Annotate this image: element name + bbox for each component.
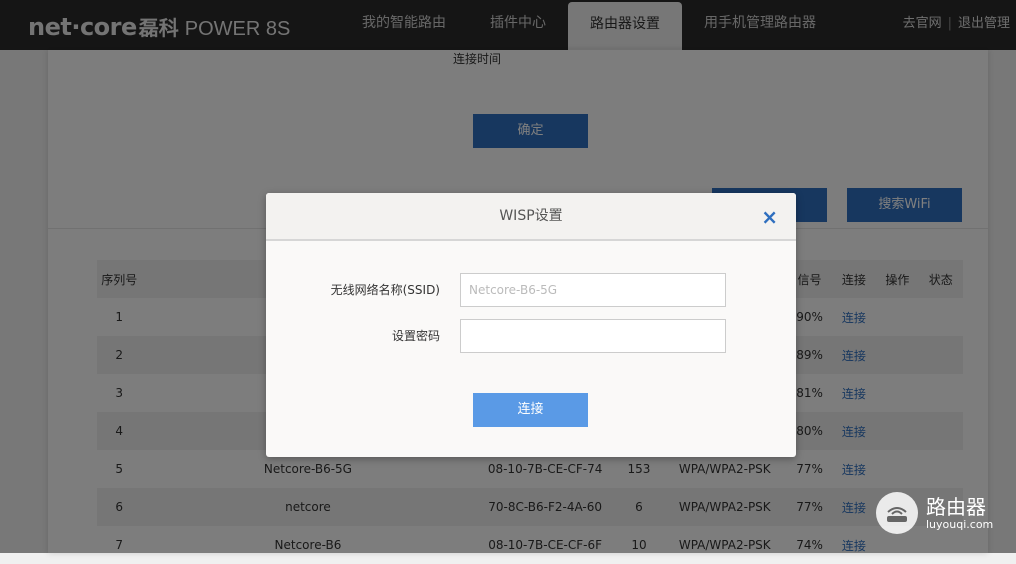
ssid-input[interactable] — [460, 273, 726, 307]
password-label: 设置密码 — [391, 329, 440, 343]
watermark-en: luyouqi.com — [926, 517, 994, 531]
password-input[interactable] — [460, 319, 726, 353]
luyouqi-watermark: 路由器 luyouqi.com — [876, 490, 1006, 536]
password-row: 设置密码 — [266, 319, 796, 353]
ssid-row: 无线网络名称(SSID) — [266, 273, 796, 307]
wisp-settings-dialog: WISP设置 × 无线网络名称(SSID) 设置密码 连接 — [266, 193, 796, 457]
connect-button[interactable]: 连接 — [473, 393, 588, 427]
router-icon — [876, 492, 918, 534]
watermark-cn: 路由器 — [926, 494, 986, 519]
dialog-header: WISP设置 × — [266, 193, 796, 241]
close-icon[interactable]: × — [761, 193, 778, 239]
ssid-label: 无线网络名称(SSID) — [330, 283, 440, 297]
dialog-title: WISP设置 — [499, 208, 563, 224]
